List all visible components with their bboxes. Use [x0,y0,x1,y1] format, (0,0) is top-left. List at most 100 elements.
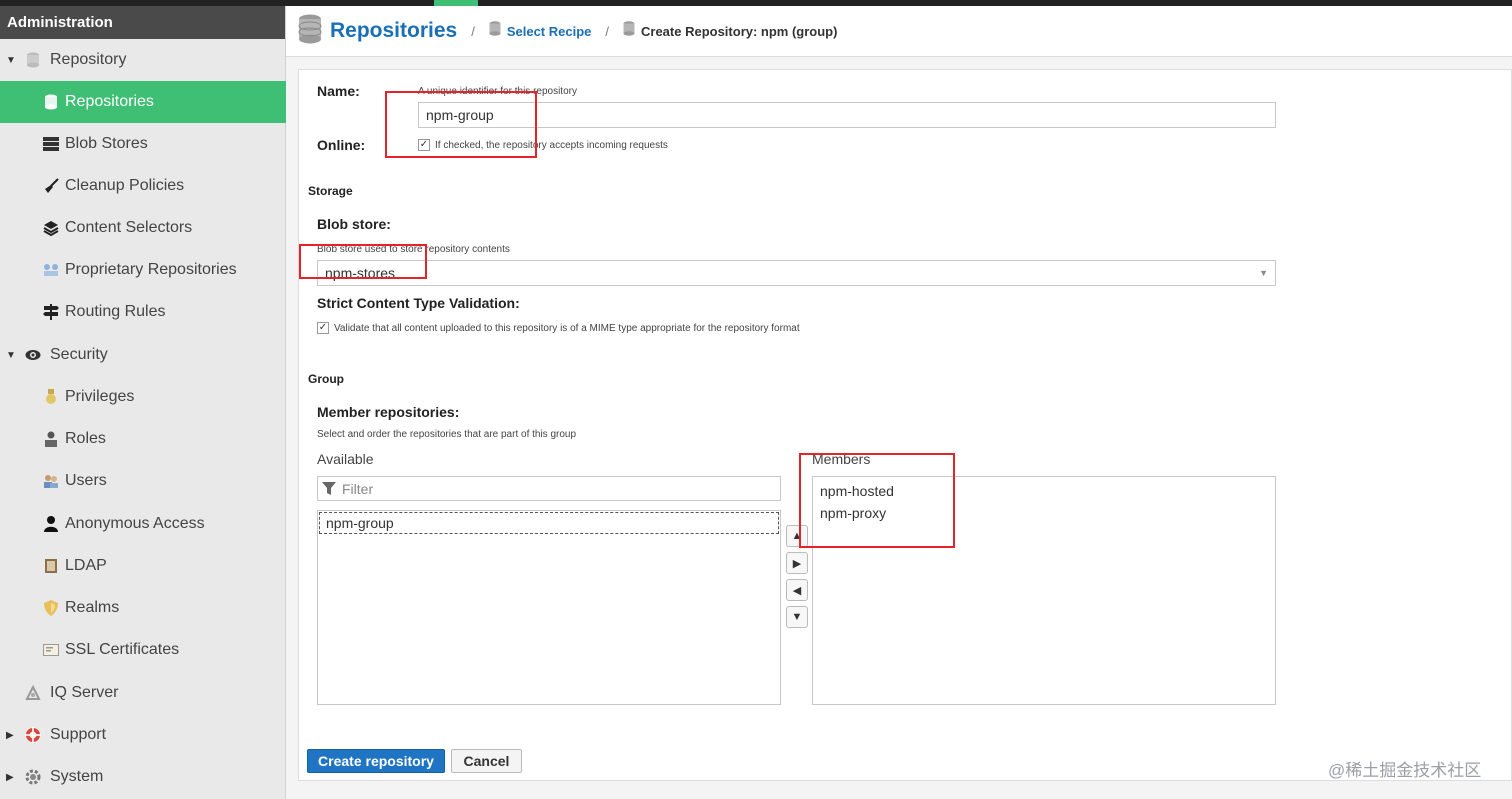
filter-icon [322,481,336,496]
sidebar-item-ldap[interactable]: LDAP [0,545,286,587]
create-repository-form: Name: A unique identifier for this repos… [298,69,1512,781]
sidebar-item-label: Privileges [65,388,135,405]
move-down-button[interactable]: ▼ [786,606,808,628]
remove-member-button[interactable]: ◀ [786,579,808,601]
sidebar-item-label: IQ Server [50,684,119,701]
medal-icon [42,388,60,406]
iq-icon [24,684,42,702]
chevron-down-icon[interactable]: ▼ [1259,268,1268,278]
sidebar-item-repository[interactable]: ▼ Repository [0,39,286,81]
filter-placeholder: Filter [342,480,374,497]
layers-icon [42,219,60,237]
breadcrumb-current: Create Repository: npm (group) [641,23,838,39]
sidebar-item-label: Roles [65,430,106,447]
certificate-icon [42,641,60,659]
sidebar-item-label: Realms [65,599,120,616]
sidebar-item-label: Blob Stores [65,135,148,152]
strict-validation-field: ✓ Validate that all content uploaded to … [317,322,800,334]
add-member-button[interactable]: ▶ [786,552,808,574]
create-repository-button[interactable]: Create repository [307,749,445,773]
member-repositories-label: Member repositories: [317,404,460,420]
book-icon [42,557,60,575]
strict-validation-label: Strict Content Type Validation: [317,295,520,311]
sidebar-item-label: Security [50,346,108,363]
sidebar-item-label: Repositories [65,93,154,110]
chevron-left-icon: ◀ [792,584,802,597]
sidebar-item-label: Proprietary Repositories [65,261,237,278]
users-icon [42,472,60,490]
blob-store-select[interactable]: npm-stores ▼ [317,260,1276,286]
chevron-right-icon: ▶ [792,557,802,570]
caret-down-icon[interactable]: ▼ [6,350,20,361]
sidebar-header: Administration [0,6,285,39]
sidebar-item-repositories[interactable]: Repositories [0,81,286,123]
sidebar-item-routing-rules[interactable]: Routing Rules [0,291,286,333]
database-icon [489,21,501,41]
list-item[interactable]: npm-group [319,512,779,534]
caret-right-icon[interactable]: ▶ [6,730,20,741]
user-icon [42,515,60,533]
sidebar-item-roles[interactable]: Roles [0,418,286,460]
sidebar-item-security[interactable]: ▼ Security [0,334,286,376]
sidebar-item-label: Repository [50,51,127,68]
sidebar-item-label: SSL Certificates [65,641,180,658]
sidebar-item-label: Support [50,726,107,743]
shield-icon [42,599,60,617]
caret-right-icon[interactable]: ▶ [6,772,20,783]
sidebar-item-blob-stores[interactable]: Blob Stores [0,123,286,165]
breadcrumb-separator: / [471,23,475,39]
database-icon [42,93,60,111]
database-icon [623,21,635,41]
lifebuoy-icon [24,726,42,744]
name-input[interactable]: npm-group [418,102,1276,128]
strict-validation-hint: Validate that all content uploaded to th… [334,322,800,334]
group-section-title: Group [308,372,344,386]
sidebar-item-cleanup-policies[interactable]: Cleanup Policies [0,165,286,207]
sidebar-item-system[interactable]: ▶ System [0,756,286,798]
breadcrumb: Repositories / Select Recipe / Create Re… [286,6,1512,57]
online-label: Online: [317,137,366,153]
name-label: Name: [317,83,360,99]
sidebar-item-ssl-certificates[interactable]: SSL Certificates [0,629,286,671]
role-icon [42,430,60,448]
annotation-box [299,244,427,279]
server-icon [42,135,60,153]
sidebar-item-anonymous-access[interactable]: Anonymous Access [0,503,286,545]
sidebar-item-label: Content Selectors [65,219,193,236]
breadcrumb-select-recipe[interactable]: Select Recipe [507,24,592,39]
chevron-down-icon: ▼ [791,611,803,623]
watermark: @稀土掘金技术社区 [1328,761,1482,780]
sidebar-item-proprietary-repositories[interactable]: Proprietary Repositories [0,249,286,291]
gear-icon [24,768,42,786]
proprietary-icon [42,261,60,279]
database-icon [298,14,322,49]
strict-validation-checkbox[interactable]: ✓ [317,322,329,334]
sidebar-item-label: Routing Rules [65,303,166,320]
member-repositories-hint: Select and order the repositories that a… [317,429,577,440]
filter-input[interactable]: Filter [317,476,781,501]
annotation-box [385,91,537,158]
available-label: Available [317,451,374,467]
page-title[interactable]: Repositories [330,19,457,43]
cancel-button[interactable]: Cancel [451,749,522,773]
sidebar-item-iq-server[interactable]: IQ Server [0,672,286,714]
sidebar-item-support[interactable]: ▶ Support [0,714,286,756]
sidebar-item-content-selectors[interactable]: Content Selectors [0,207,286,249]
sidebar-item-label: LDAP [65,557,107,574]
blob-store-label: Blob store: [317,216,391,232]
sidebar-item-label: System [50,768,104,785]
broom-icon [42,177,60,195]
sidebar-item-label: Cleanup Policies [65,177,185,194]
breadcrumb-separator: / [605,23,609,39]
eye-icon [24,346,42,364]
sidebar-item-users[interactable]: Users [0,460,286,502]
caret-down-icon[interactable]: ▼ [6,55,20,66]
sidebar-item-label: Anonymous Access [65,515,205,532]
sidebar-item-label: Users [65,472,107,489]
available-list[interactable]: npm-group [317,510,781,705]
sidebar-item-realms[interactable]: Realms [0,587,286,629]
database-icon [24,51,42,69]
storage-section-title: Storage [308,184,353,198]
sidebar-item-privileges[interactable]: Privileges [0,376,286,418]
sidebar: Administration ▼ Repository Repositories… [0,6,286,799]
